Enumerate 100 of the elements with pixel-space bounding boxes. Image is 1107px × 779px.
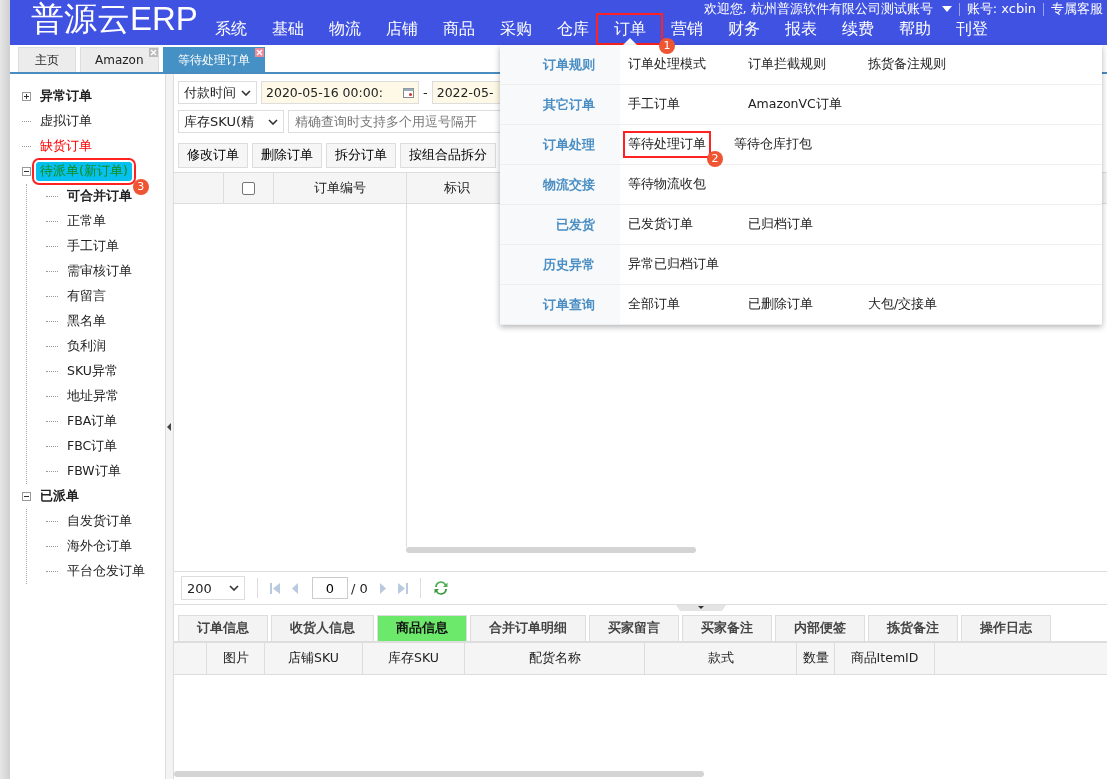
menu-item[interactable]: 订单处理模式 <box>628 56 748 73</box>
nav-menu-item[interactable]: 仓库 <box>544 18 601 40</box>
tree-item[interactable]: 手工订单 <box>63 237 123 256</box>
menu-item[interactable]: 已删除订单 <box>748 296 868 313</box>
menu-group-label: 物流交接 <box>500 165 620 204</box>
tree-item[interactable]: SKU异常 <box>63 362 122 381</box>
chevron-down-icon <box>229 585 239 591</box>
menu-item[interactable]: 订单拦截规则 <box>748 56 868 73</box>
menu-item[interactable]: 大包/交接单 <box>868 296 988 313</box>
tree-item[interactable]: 正常单 <box>63 212 110 231</box>
sku-field-select[interactable]: 库存SKU(精 <box>178 110 284 133</box>
step-badge: 1 <box>659 38 675 54</box>
tree-item[interactable]: 黑名单 <box>63 312 110 331</box>
tree-item[interactable]: 缺货订单 <box>36 137 96 156</box>
horizontal-scrollbar[interactable] <box>406 547 696 553</box>
menu-group-label: 已发货 <box>500 205 620 244</box>
detail-tab[interactable]: 订单信息 <box>178 615 268 641</box>
tree-item[interactable]: 有留言 <box>63 287 110 306</box>
nav-menu-item[interactable]: 报表 <box>772 18 829 40</box>
time-field-select[interactable]: 付款时间 <box>178 81 257 104</box>
page-tab[interactable]: 主页 <box>18 47 76 72</box>
menu-item[interactable]: AmazonVC订单 <box>748 96 868 113</box>
refresh-icon <box>432 580 449 596</box>
tree-item[interactable]: 虚拟订单 <box>36 112 96 131</box>
menu-item[interactable]: 手工订单 <box>628 96 748 113</box>
detail-tab[interactable]: 拣货备注 <box>868 615 958 641</box>
nav-menu-item[interactable]: 系统 <box>202 18 259 40</box>
step-badge: 2 <box>707 151 723 167</box>
tree-item[interactable]: 自发货订单 <box>63 512 136 531</box>
first-page-icon <box>270 582 280 594</box>
nav-menu-item[interactable]: 商品 <box>430 18 487 40</box>
page-total: / 0 <box>351 580 368 596</box>
tree-item[interactable]: 异常订单 <box>36 87 96 106</box>
previous-page-icon <box>292 582 298 594</box>
detail-tab[interactable]: 操作日志 <box>961 615 1051 641</box>
column-header: 商品ItemID <box>835 643 935 674</box>
toolbar-button[interactable]: 删除订单 <box>252 143 322 168</box>
select-all-checkbox[interactable] <box>242 181 255 195</box>
nav-menu-item[interactable]: 物流 <box>316 18 373 40</box>
calendar-icon <box>403 87 414 98</box>
caret-down-icon <box>941 6 952 12</box>
nav-menu-item[interactable]: 帮助 <box>886 18 943 40</box>
collapse-handle[interactable] <box>165 74 174 779</box>
tree-item[interactable]: FBW订单 <box>63 462 125 481</box>
service-link[interactable]: 专属客服 <box>1051 0 1103 18</box>
tree-item[interactable]: FBA订单 <box>63 412 122 431</box>
detail-tab[interactable]: 买家留言 <box>589 615 679 641</box>
menu-item[interactable]: 已归档订单 <box>748 216 868 233</box>
date-separator: - <box>423 85 428 100</box>
column-header: 配货名称 <box>465 643 645 674</box>
nav-menu-item[interactable]: 基础 <box>259 18 316 40</box>
column-header: 店铺SKU <box>265 643 363 674</box>
menu-group-label: 订单规则 <box>500 45 620 84</box>
horizontal-scrollbar[interactable] <box>174 771 704 777</box>
column-header: 订单编号 <box>274 173 407 203</box>
page-tab[interactable]: Amazon <box>80 47 159 72</box>
account-text: 账号: xcbin <box>966 0 1036 18</box>
nav-menu-item[interactable]: 财务 <box>715 18 772 40</box>
menu-group-label: 订单处理 <box>500 125 620 164</box>
tree-item[interactable]: 平台仓发订单 <box>63 562 149 581</box>
detail-tab[interactable]: 内部便签 <box>775 615 865 641</box>
last-page-icon <box>397 582 408 594</box>
menu-item[interactable]: 已发货订单 <box>628 216 748 233</box>
tree-item[interactable]: 已派单 <box>36 487 83 506</box>
toolbar-button[interactable]: 按组合品拆分 <box>400 143 496 168</box>
welcome-text: 欢迎您, 杭州普源软件有限公司测试账号 <box>703 0 933 18</box>
detail-tab[interactable]: 买家备注 <box>682 615 772 641</box>
nav-menu-item[interactable]: 续费 <box>829 18 886 40</box>
nav-menu-item[interactable]: 采购 <box>487 18 544 40</box>
app-logo: 普源云ERP <box>30 0 199 39</box>
nav-menu-item[interactable]: 店铺 <box>373 18 430 40</box>
tree-item[interactable]: 地址异常 <box>63 387 123 406</box>
menu-group-label: 其它订单 <box>500 85 620 124</box>
tree-item[interactable]: 需审核订单 <box>63 262 136 281</box>
column-header: 图片 <box>207 643 265 674</box>
menu-item[interactable]: 异常已归档订单 <box>628 256 748 273</box>
page-size-select[interactable]: 200 <box>181 576 245 600</box>
toolbar-button[interactable]: 修改订单 <box>178 143 248 168</box>
detail-tab[interactable]: 商品信息 <box>377 615 467 641</box>
nav-menu-item[interactable]: 刊登 <box>943 18 1000 40</box>
menu-item[interactable]: 拣货备注规则 <box>868 56 988 73</box>
detail-tab[interactable]: 合并订单明细 <box>470 615 586 641</box>
page-number-field[interactable]: 0 <box>312 577 348 599</box>
tree-item[interactable]: 海外仓订单 <box>63 537 136 556</box>
next-page-icon <box>379 582 386 594</box>
date-from-field[interactable]: 2020-05-16 00:00: <box>261 81 419 104</box>
nav-menu-item[interactable]: 营销 <box>658 18 715 40</box>
chevron-down-icon <box>268 118 278 125</box>
close-icon <box>254 48 264 57</box>
toolbar-button[interactable]: 拆分订单 <box>326 143 396 168</box>
menu-item[interactable]: 全部订单 <box>628 296 748 313</box>
menu-item[interactable]: 等待仓库打包 <box>734 136 854 153</box>
column-header: 数量 <box>797 643 835 674</box>
tree-item[interactable]: FBC订单 <box>63 437 122 456</box>
menu-item[interactable]: 等待物流收包 <box>628 176 748 193</box>
step-badge: 3 <box>132 179 149 195</box>
menu-group-label: 订单查询 <box>500 285 620 324</box>
close-icon <box>148 48 158 57</box>
detail-tab[interactable]: 收货人信息 <box>271 615 374 641</box>
tree-item[interactable]: 负利润 <box>63 337 110 356</box>
